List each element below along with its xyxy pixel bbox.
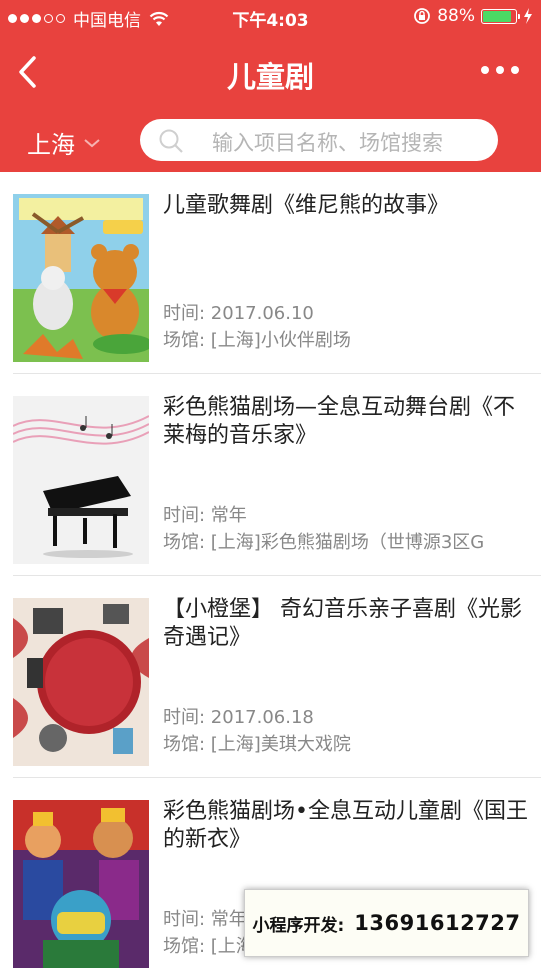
king-new-clothes-poster — [13, 800, 149, 968]
city-label: 上海 — [27, 131, 75, 159]
show-time: 时间: 2017.06.18 — [163, 707, 314, 728]
search-icon — [159, 129, 183, 153]
shadow-adventure-poster — [13, 598, 149, 766]
show-time: 时间: 常年 — [163, 505, 247, 526]
list-item[interactable]: 儿童歌舞剧《维尼熊的故事》 时间: 2017.06.10 场馆: [上海]小伙伴… — [0, 172, 541, 374]
piano-poster — [13, 396, 149, 564]
charging-icon — [524, 8, 532, 24]
search-input[interactable]: 输入项目名称、场馆搜索 — [140, 119, 498, 161]
show-venue: 场馆: [上海]美琪大戏院 — [163, 734, 351, 755]
page-title: 儿童剧 — [226, 60, 314, 94]
show-list: 儿童歌舞剧《维尼熊的故事》 时间: 2017.06.10 场馆: [上海]小伙伴… — [0, 172, 541, 980]
contact-overlay: 小程序开发: 13691612727 — [244, 889, 529, 957]
overlay-phone: 13691612727 — [354, 911, 521, 935]
winnie-bear-poster — [13, 194, 149, 362]
show-venue: 场馆: [上海]小伙伴剧场 — [163, 330, 351, 351]
nav-bar: 儿童剧 — [0, 40, 541, 104]
chevron-down-icon — [84, 138, 100, 147]
rotation-lock-icon — [414, 8, 431, 24]
show-title: 彩色熊猫剧场—全息互动舞台剧《不莱梅的音乐家》 — [163, 395, 516, 448]
show-venue: 场馆: [上海]彩色熊猫剧场（世博源3区G — [163, 532, 485, 553]
battery-icon — [481, 8, 520, 24]
overlay-label: 小程序开发: — [252, 915, 345, 936]
show-title: 【小橙堡】 奇幻音乐亲子喜剧《光影奇遇记》 — [163, 597, 522, 650]
search-placeholder: 输入项目名称、场馆搜索 — [212, 131, 443, 155]
list-item[interactable]: 【小橙堡】 奇幻音乐亲子喜剧《光影奇遇记》 时间: 2017.06.18 场馆:… — [0, 576, 541, 778]
list-item[interactable]: 彩色熊猫剧场—全息互动舞台剧《不莱梅的音乐家》 时间: 常年 场馆: [上海]彩… — [0, 374, 541, 576]
header: 中国电信 下午4:03 88% 儿童剧 上海 输入项目名称、场馆搜索 — [0, 0, 541, 172]
battery-percent: 88% — [437, 6, 475, 26]
more-icon[interactable] — [481, 66, 519, 74]
show-title: 彩色熊猫剧场•全息互动儿童剧《国王的新衣》 — [163, 799, 528, 852]
status-bar: 中国电信 下午4:03 88% — [0, 0, 541, 34]
show-title: 儿童歌舞剧《维尼熊的故事》 — [163, 193, 450, 218]
show-time: 时间: 2017.06.10 — [163, 303, 314, 324]
city-selector[interactable]: 上海 — [27, 125, 101, 160]
